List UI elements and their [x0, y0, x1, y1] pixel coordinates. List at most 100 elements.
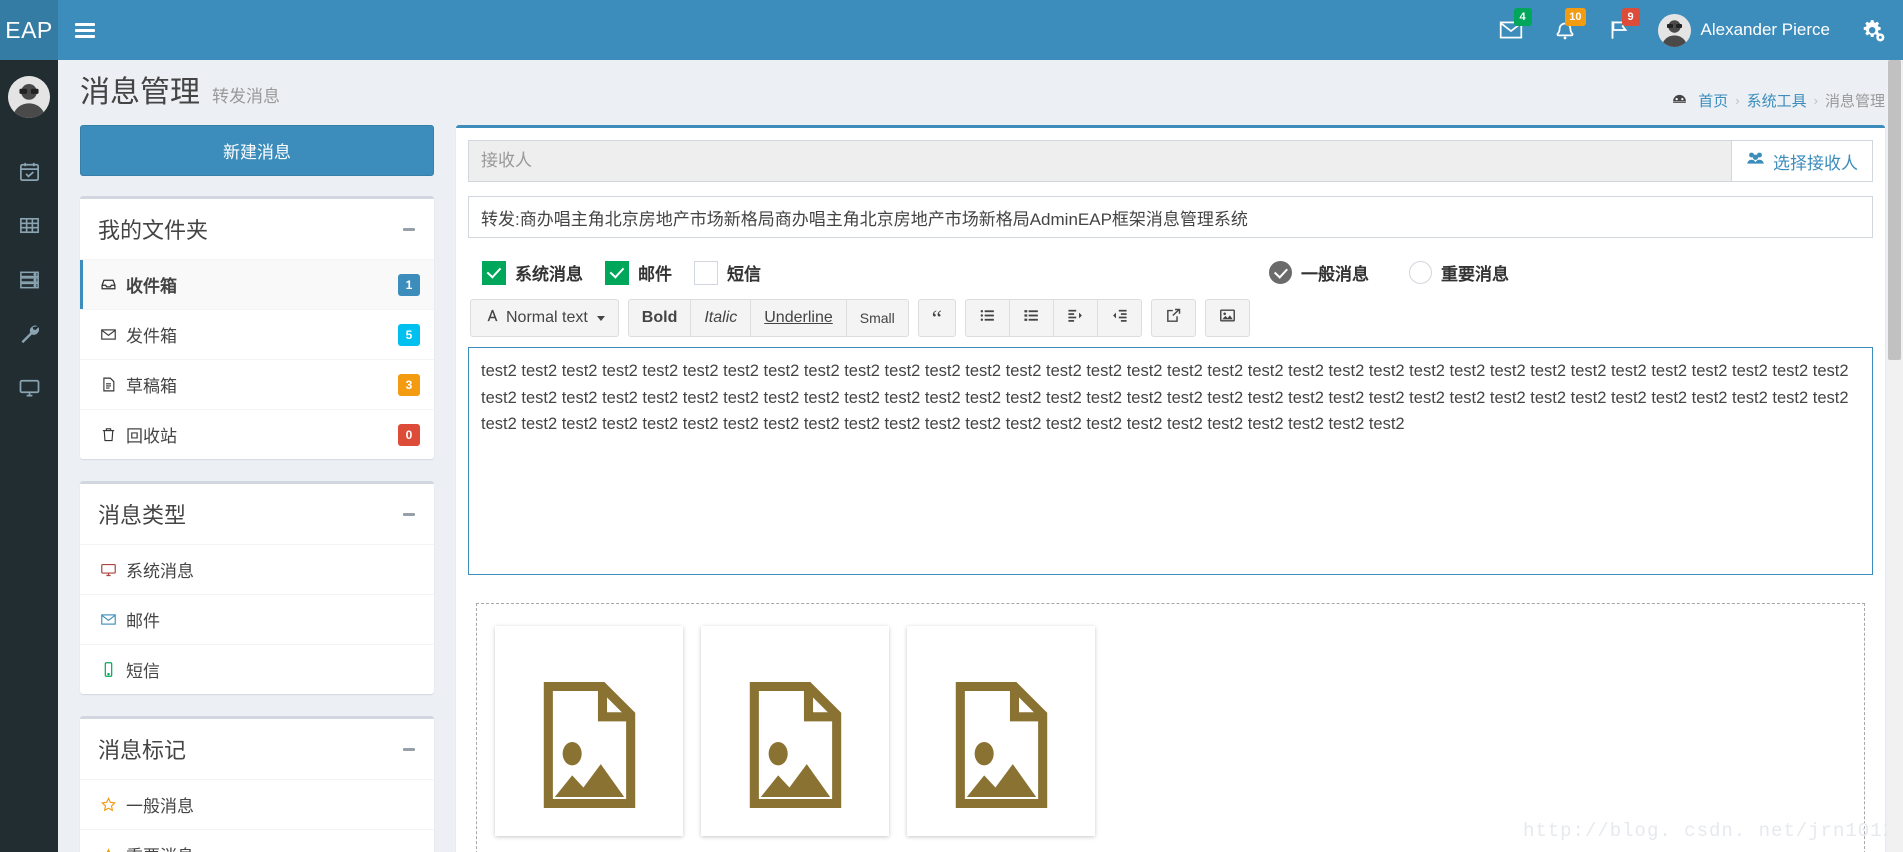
list-item[interactable]: 一般消息 [80, 780, 434, 830]
list-item[interactable]: 回收站 0 [80, 410, 434, 459]
sidebar-item-email[interactable]: 邮件 [80, 595, 434, 644]
checkbox-system-message[interactable]: 系统消息 [482, 260, 583, 285]
star-o-icon [100, 796, 126, 813]
radio-important-message-box[interactable] [1409, 261, 1432, 284]
list-item[interactable]: 收件箱 1 [80, 260, 434, 310]
top-navbar: EAP 4 10 9 Alexander Pierce [0, 0, 1903, 60]
rail-item-server[interactable] [0, 252, 58, 306]
settings-button[interactable] [1846, 0, 1903, 60]
list-item[interactable]: 草稿箱 3 [80, 360, 434, 410]
italic-button[interactable]: Italic [690, 299, 752, 337]
attachment-thumbnail[interactable] [907, 626, 1095, 836]
rail-item-grid[interactable] [0, 198, 58, 252]
user-menu-button[interactable]: Alexander Pierce [1646, 0, 1846, 60]
checkbox-system-message-label[interactable]: 系统消息 [515, 260, 583, 285]
sidebar-item-drafts[interactable]: 草稿箱 3 [80, 360, 434, 409]
list-item[interactable]: 短信 [80, 645, 434, 694]
rail-avatar[interactable] [8, 76, 50, 118]
indent-button[interactable] [1096, 299, 1142, 337]
toolbar-group-quote: “ [917, 299, 956, 337]
unordered-list-button[interactable] [964, 299, 1010, 337]
attachment-dropzone[interactable] [476, 603, 1865, 852]
list-item[interactable]: 邮件 [80, 595, 434, 645]
bold-button[interactable]: Bold [627, 299, 692, 337]
sidebar-item-system-message[interactable]: 系统消息 [80, 545, 434, 594]
breadcrumb-item-home[interactable]: 首页 [1698, 90, 1728, 111]
sidebar-item-label: 收件箱 [126, 277, 177, 296]
blockquote-button[interactable]: “ [917, 299, 956, 337]
breadcrumb: 首页 › 系统工具 › 消息管理 [1671, 78, 1885, 111]
sidebar-toggle-button[interactable] [58, 0, 112, 60]
monitor-icon [19, 379, 39, 397]
inbox-icon [100, 276, 126, 293]
radio-normal-message-box[interactable] [1269, 261, 1292, 284]
sidebar-item-sms[interactable]: 短信 [80, 645, 434, 694]
compose-message-button[interactable]: 新建消息 [80, 125, 434, 176]
small-button[interactable]: Small [845, 299, 909, 337]
sidebar-item-trash[interactable]: 回收站 0 [80, 410, 434, 459]
app-logo[interactable]: EAP [0, 0, 58, 60]
attachment-thumbnail[interactable] [701, 626, 889, 836]
tasks-badge: 9 [1621, 8, 1640, 26]
text-style-dropdown[interactable]: Normal text [470, 299, 619, 337]
breadcrumb-item-system-tools[interactable]: 系统工具 [1747, 90, 1807, 111]
recipient-input[interactable] [468, 140, 1731, 182]
image-icon [1219, 307, 1236, 329]
scrollbar-thumb[interactable] [1888, 60, 1901, 360]
sidebar-item-label: 发件箱 [126, 327, 177, 346]
page-subtitle: 转发消息 [212, 87, 280, 106]
file-image-icon [955, 681, 1047, 809]
checkbox-sms[interactable]: 短信 [694, 260, 761, 285]
minus-icon[interactable] [398, 503, 420, 525]
breadcrumb-separator: › [1735, 93, 1740, 108]
insert-image-button[interactable] [1204, 299, 1250, 337]
share-square-icon [1165, 307, 1182, 329]
list-item[interactable]: 重要消息 [80, 830, 434, 852]
select-recipient-button[interactable]: 选择接收人 [1731, 140, 1873, 182]
insert-link-button[interactable] [1150, 299, 1196, 337]
tasks-menu-button[interactable]: 9 [1592, 0, 1646, 60]
mobile-icon [100, 661, 126, 678]
checkbox-email-box[interactable] [605, 260, 629, 285]
trash-icon [100, 426, 126, 443]
page-scrollbar[interactable] [1887, 60, 1903, 852]
sidebar-item-label: 回收站 [126, 427, 177, 446]
sidebar-item-outbox[interactable]: 发件箱 5 [80, 310, 434, 359]
sidebar-item-inbox[interactable]: 收件箱 1 [80, 260, 434, 309]
attachment-thumbnail[interactable] [495, 626, 683, 836]
checkbox-email[interactable]: 邮件 [605, 260, 672, 285]
minus-icon[interactable] [398, 738, 420, 760]
message-body-editor[interactable]: test2 test2 test2 test2 test2 test2 test… [468, 347, 1873, 575]
notifications-menu-button[interactable]: 10 [1538, 0, 1592, 60]
radio-important-message-label[interactable]: 重要消息 [1441, 260, 1509, 285]
breadcrumb-separator: › [1813, 93, 1818, 108]
minus-icon[interactable] [398, 218, 420, 240]
checkbox-sms-label[interactable]: 短信 [727, 260, 761, 285]
message-labels-header: 消息标记 [80, 719, 434, 779]
checkbox-sms-box[interactable] [694, 260, 718, 285]
ordered-list-button[interactable] [1008, 299, 1054, 337]
rail-item-tools[interactable] [0, 306, 58, 360]
messages-menu-button[interactable]: 4 [1484, 0, 1538, 60]
sidebar-item-important-message[interactable]: 重要消息 [80, 830, 434, 852]
subject-input[interactable] [468, 196, 1873, 238]
chevron-down-icon [596, 315, 605, 321]
list-item[interactable]: 系统消息 [80, 545, 434, 595]
sidebar-item-normal-message[interactable]: 一般消息 [80, 780, 434, 829]
folder-count-badge: 0 [398, 423, 420, 446]
unordered-list-icon [979, 307, 996, 329]
outdent-button[interactable] [1052, 299, 1098, 337]
indent-icon [1111, 307, 1128, 329]
navbar-actions: 4 10 9 Alexander Pierce [1484, 0, 1903, 60]
list-item[interactable]: 发件箱 5 [80, 310, 434, 360]
rail-item-monitor[interactable] [0, 360, 58, 414]
rail-item-calendar[interactable] [0, 144, 58, 198]
checkbox-email-label[interactable]: 邮件 [638, 260, 672, 285]
underline-button[interactable]: Underline [750, 299, 847, 337]
radio-normal-message-label[interactable]: 一般消息 [1301, 260, 1369, 285]
checkbox-system-message-box[interactable] [482, 260, 506, 285]
message-types-tools [398, 503, 420, 525]
folder-count-badge: 5 [398, 323, 420, 346]
content-header: 消息管理 转发消息 首页 › 系统工具 › 消息管理 [58, 60, 1903, 111]
toolbar-group-style: Normal text [470, 299, 619, 337]
